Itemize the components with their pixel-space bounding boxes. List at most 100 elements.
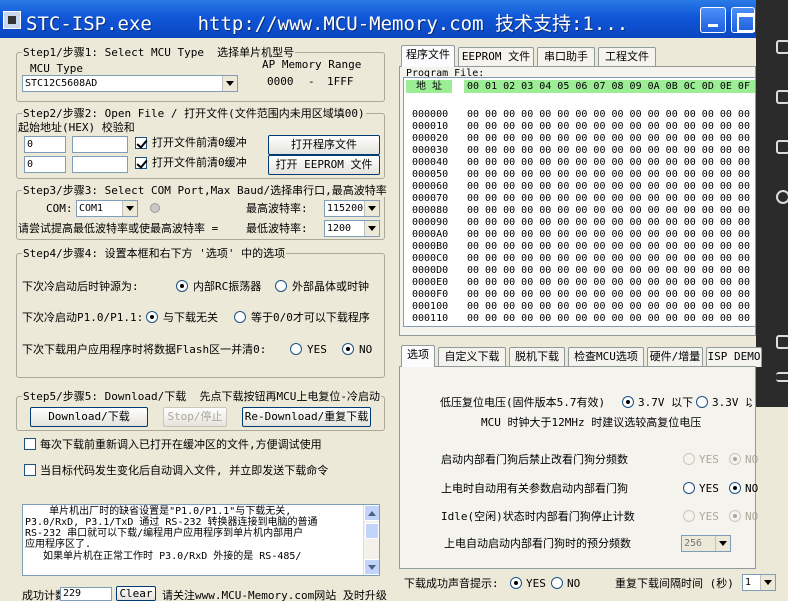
lvr-37-label: 3.7V 以下 [638, 396, 694, 409]
mcu-type-select[interactable]: STC12C5608AD [22, 75, 238, 92]
lvr-33-radio[interactable] [696, 396, 708, 408]
hex-row-bytes: 00 00 00 00 00 00 00 00 00 00 00 00 00 0… [467, 205, 750, 216]
com-port-select[interactable]: COM1 [76, 200, 138, 217]
wdt-row2-yes-radio[interactable] [683, 482, 695, 494]
flash-yes-radio[interactable] [290, 343, 302, 355]
hex-view[interactable]: 地 址 00 01 02 03 04 05 06 07 08 09 0A 0B … [403, 77, 756, 327]
step4-label: Step4/步骤4: 设置本框和右下方 '选项' 中的选项 [22, 247, 287, 260]
menu-icon[interactable] [776, 372, 788, 382]
min-baud-select[interactable]: 1200 [324, 220, 380, 237]
sound-yes-radio[interactable] [510, 577, 522, 589]
tab-increment[interactable]: 硬件/增量 [647, 347, 703, 367]
tab-isp-demo[interactable]: ISP DEMO [706, 347, 762, 367]
tab-program-file[interactable]: 程序文件 [401, 45, 455, 67]
sound-no-radio[interactable] [551, 577, 563, 589]
title-bar: STC-ISP.exe http://www.MCU-Memory.com 技术… [0, 0, 756, 38]
clock-external-radio[interactable] [275, 280, 287, 292]
stop-button[interactable]: Stop/停止 [163, 407, 227, 427]
hex-row-address: 000090 [412, 217, 449, 228]
info-line: RS-232 串口就可以下载/编程用户应用程序到单片机内部用户 [25, 528, 304, 539]
folder-icon[interactable] [776, 140, 788, 154]
hex-row-bytes: 00 00 00 00 00 00 00 00 00 00 00 00 00 0… [467, 289, 750, 300]
lvr-37-radio[interactable] [622, 396, 634, 408]
program-clear-checkbox[interactable] [135, 137, 147, 149]
chevron-down-icon [122, 201, 137, 216]
eeprom-clear-label: 打开文件前清0缓冲 [152, 156, 247, 169]
ap-start: 0000 [267, 75, 294, 88]
tab-check-mcu[interactable]: 检查MCU选项 [568, 347, 644, 367]
wdt-row1-yes-label: YES [699, 453, 719, 466]
open-eeprom-button[interactable]: 打开 EEPROM 文件 [268, 155, 380, 175]
redownload-button[interactable]: Re-Download/重复下载 [242, 407, 371, 427]
scroll-thumb[interactable] [365, 523, 379, 539]
maximize-button[interactable] [731, 7, 755, 33]
p1-unrelated-radio[interactable] [146, 311, 158, 323]
flash-no-radio[interactable] [342, 343, 354, 355]
download-button[interactable]: Download/下载 [30, 407, 148, 427]
interval-select[interactable]: 1 [742, 574, 776, 591]
hex-row-bytes: 00 00 00 00 00 00 00 00 00 00 00 00 00 0… [467, 157, 750, 168]
flash-no-label: NO [359, 343, 373, 356]
info-textarea[interactable]: 单片机出厂时的缺省设置是"P1.0/P1.1"与下载无关, P3.0/RxD, … [22, 504, 380, 576]
app-icon [3, 11, 21, 29]
scroll-up-icon[interactable] [364, 505, 379, 521]
p1-unrelated-label: 与下载无关 [163, 311, 218, 324]
prescale-select[interactable]: 256 [681, 535, 731, 552]
hex-row-bytes: 00 00 00 00 00 00 00 00 00 00 00 00 00 0… [467, 229, 750, 240]
clock-internal-radio[interactable] [176, 280, 188, 292]
chevron-down-icon [222, 76, 237, 91]
info-line: 应用程序区了. [25, 539, 92, 550]
hex-row-address: 000010 [412, 121, 449, 132]
hex-row-bytes: 00 00 00 00 00 00 00 00 00 00 00 00 00 0… [467, 277, 750, 288]
ap-dash: - [308, 75, 315, 88]
gear-icon[interactable] [776, 190, 788, 204]
com-label: COM: [46, 202, 73, 215]
program-start-addr-input[interactable]: 0 [24, 136, 66, 153]
hex-row-bytes: 00 00 00 00 00 00 00 00 00 00 00 00 00 0… [467, 301, 750, 312]
cube-icon[interactable] [776, 90, 788, 104]
sound-label: 下载成功声音提示: [404, 577, 499, 590]
user-icon[interactable] [776, 40, 788, 54]
ap-end: 1FFF [327, 75, 354, 88]
scroll-down-icon[interactable] [364, 559, 379, 575]
start-addr-label: 起始地址(HEX) 校验和 [18, 121, 135, 134]
step2-label: Step2/步骤2: Open File / 打开文件(文件范围内未用区域填00… [22, 107, 366, 120]
wdt-row2-yes-label: YES [699, 482, 719, 495]
wdt-row1-yes-radio[interactable] [683, 453, 695, 465]
tab-options[interactable]: 选项 [401, 345, 435, 367]
wdt-row2-no-radio[interactable] [729, 482, 741, 494]
hex-row-address: 000030 [412, 145, 449, 156]
wdt-row3-yes-radio[interactable] [683, 510, 695, 522]
panel-icon[interactable] [776, 335, 788, 349]
hex-row-address: 0000C0 [412, 253, 449, 264]
tab-eeprom-file[interactable]: EEPROM 文件 [458, 47, 534, 67]
step5-label: Step5/步骤5: Download/下载 先点下载按钮再MCU上电复位-冷启… [22, 390, 381, 403]
max-baud-select[interactable]: 115200 [324, 200, 380, 217]
max-baud-label: 最高波特率: [246, 202, 308, 215]
tab-offline-download[interactable]: 脱机下载 [509, 347, 565, 367]
tab-project-file[interactable]: 工程文件 [598, 47, 656, 67]
eeprom-start-addr-input[interactable]: 0 [24, 156, 66, 173]
wdt-row3-no-label: NO [745, 510, 759, 523]
hex-row-address: 0000A0 [412, 229, 449, 240]
ap-memory-label: AP Memory Range [262, 58, 362, 71]
wdt-row1-no-radio[interactable] [729, 453, 741, 465]
tab-custom-download[interactable]: 自定义下载 [438, 347, 506, 367]
hex-row-bytes: 00 00 00 00 00 00 00 00 00 00 00 00 00 0… [467, 313, 750, 324]
hex-row-address: 000110 [412, 313, 449, 324]
tab-serial-assistant[interactable]: 串口助手 [537, 47, 595, 67]
p1-zero-radio[interactable] [234, 311, 246, 323]
clear-button[interactable]: Clear [116, 586, 156, 601]
p1-zero-label: 等于0/0才可以下载程序 [251, 311, 370, 324]
reload-checkbox[interactable] [24, 438, 36, 450]
open-program-button[interactable]: 打开程序文件 [268, 135, 380, 155]
chevron-down-icon [760, 575, 775, 590]
minimize-button[interactable] [700, 7, 726, 33]
eeprom-clear-checkbox[interactable] [135, 157, 147, 169]
info-scrollbar[interactable] [363, 505, 379, 575]
info-line: 如果单片机在正常工作时 P3.0/RxD 外接的是 RS-485/ [25, 551, 302, 562]
auto-load-checkbox[interactable] [24, 464, 36, 476]
chevron-down-icon [364, 201, 379, 216]
wdt-row3-no-radio[interactable] [729, 510, 741, 522]
sound-no-label: NO [567, 577, 581, 590]
